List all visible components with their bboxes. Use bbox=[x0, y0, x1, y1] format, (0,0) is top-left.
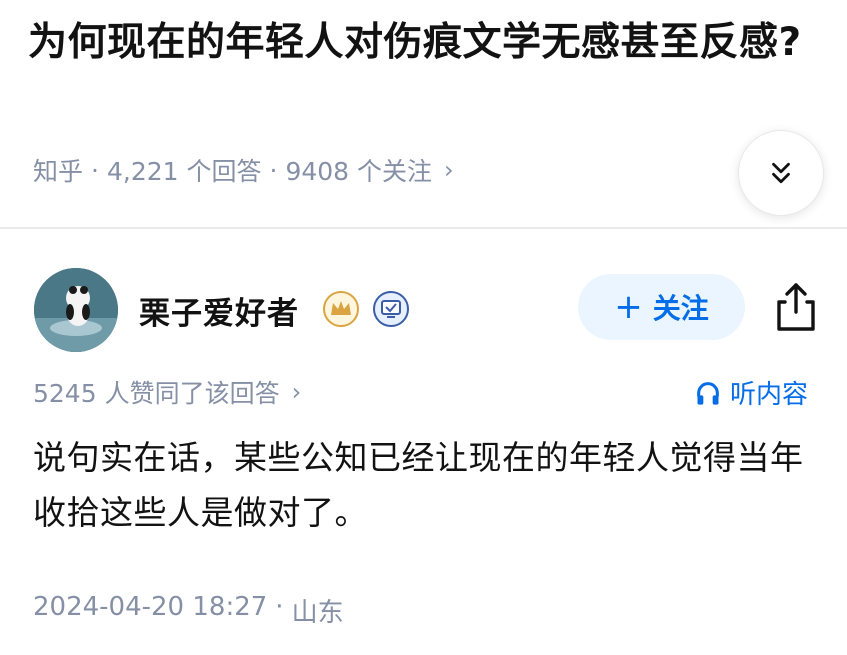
chevron-right-icon: › bbox=[291, 378, 302, 406]
question-meta[interactable]: 知乎 · 4,221 个回答 · 9408 个关注 › bbox=[33, 152, 454, 188]
plus-icon: + bbox=[614, 287, 643, 327]
source-label: 知乎 bbox=[33, 157, 84, 186]
answer-footer: 2024-04-20 18:27 · 山东 bbox=[33, 592, 344, 629]
chevron-right-icon: › bbox=[444, 156, 454, 184]
author-row: 栗子爱好者 + 关注 bbox=[0, 262, 847, 362]
headphones-icon bbox=[697, 381, 719, 405]
follow-label: 关注 bbox=[652, 292, 709, 325]
listen-button[interactable]: 听内容 bbox=[694, 374, 808, 411]
answer-count: 4,221 个回答 bbox=[106, 157, 262, 186]
section-divider bbox=[0, 227, 847, 229]
question-header: 为何现在的年轻人对伤痕文学无感甚至反感? bbox=[0, 0, 847, 226]
crown-badge-icon[interactable] bbox=[322, 290, 360, 328]
follow-button[interactable]: + 关注 bbox=[578, 274, 745, 340]
meta-separator: · bbox=[269, 155, 278, 185]
author-name[interactable]: 栗子爱好者 bbox=[139, 288, 299, 333]
share-icon[interactable] bbox=[770, 280, 822, 334]
expand-button[interactable] bbox=[738, 130, 824, 216]
meta-separator: · bbox=[91, 155, 99, 185]
footer-separator: · bbox=[275, 592, 284, 622]
vote-summary[interactable]: 5245 人赞同了该回答 › bbox=[33, 374, 301, 410]
answer-content[interactable]: 说句实在话，某些公知已经让现在的年轻人觉得当年收拾这些人是做对了。 bbox=[33, 430, 823, 540]
answer-date: 2024-04-20 18:27 bbox=[33, 592, 268, 622]
vote-count: 5245 人赞同了该回答 bbox=[33, 379, 280, 408]
verified-badge-icon[interactable] bbox=[372, 290, 410, 328]
answer-location: 山东 bbox=[291, 598, 344, 628]
question-title[interactable]: 为何现在的年轻人对伤痕文学无感甚至反感? bbox=[28, 14, 818, 71]
listen-label: 听内容 bbox=[730, 380, 809, 410]
avatar-image bbox=[34, 268, 118, 352]
double-chevron-down-icon bbox=[772, 162, 790, 184]
follower-count: 9408 个关注 bbox=[285, 157, 433, 186]
avatar[interactable] bbox=[34, 268, 118, 352]
